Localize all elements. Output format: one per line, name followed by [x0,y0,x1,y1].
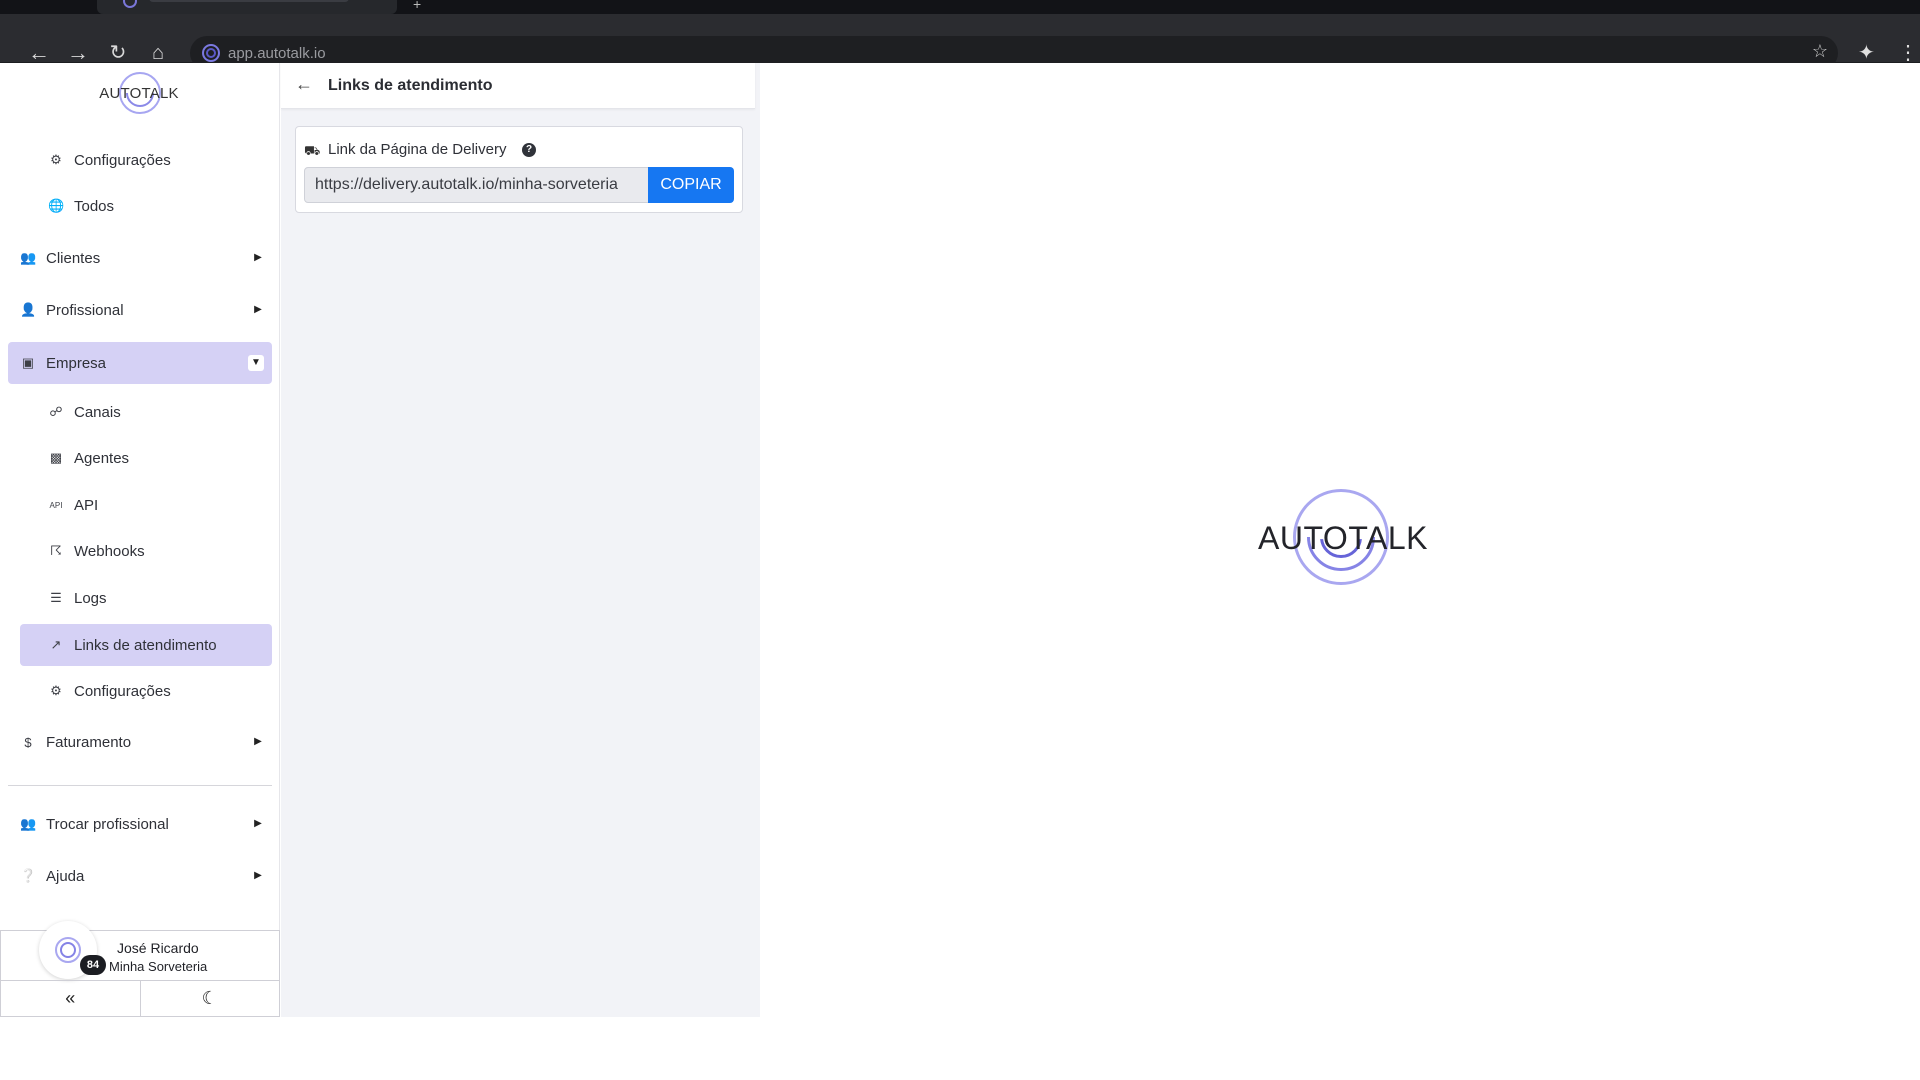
question-circle-icon: ❔ [20,868,37,883]
chevron-right-icon[interactable]: ▶ [250,868,266,884]
user-name: José Ricardo [117,940,199,956]
sidebar-item-label: Configurações [74,682,171,700]
sidebar-item-empresa[interactable]: ▣ Empresa ▼ [8,342,272,384]
sidebar-item-label: Ajuda [46,867,85,885]
collapse-sidebar-button[interactable]: « [1,981,140,1016]
tab-title [149,0,349,2]
api-icon: API [49,500,63,510]
users-icon: 👥 [20,250,37,265]
browser-tab-strip: + [0,0,1920,14]
sidebar-item-label: Faturamento [46,733,132,751]
autotalk-logo: AUTOTALK [1258,488,1428,588]
sidebar-item-label: Links de atendimento [74,636,217,654]
sidebar-item-profissional[interactable]: 👤 Profissional ▶ [20,290,272,330]
back-arrow-icon[interactable]: ← [295,74,313,95]
dark-mode-toggle[interactable]: ☾ [139,981,280,1016]
logo-text: AUTOTALK [1258,520,1428,556]
sidebar-item-webhooks[interactable]: ☈ Webhooks [48,531,272,571]
truck-icon: ⛟ [304,143,321,158]
sidebar-item-label: Canais [74,403,121,421]
sidebar-item-canais[interactable]: ☍ Canais [48,392,272,432]
page-title: Links de atendimento [328,77,493,94]
users-swap-icon: 👥 [20,816,37,831]
sidebar-item-label: Empresa [46,354,107,372]
sidebar-item-label: Clientes [46,249,101,267]
sidebar-item-trocar-profissional[interactable]: 👥 Trocar profissional ▶ [20,804,272,844]
globe-icon: 🌐 [48,198,65,213]
user-company: Minha Sorveteria [109,959,208,974]
sidebar-item-label: API [74,496,99,514]
gear-icon: ⚙ [50,152,62,167]
gear-icon: ⚙ [50,683,62,698]
help-icon[interactable]: ? [522,143,536,157]
sidebar-item-label: Webhooks [74,542,145,560]
site-favicon-icon [202,44,220,62]
delivery-link-input[interactable] [304,167,649,203]
moon-icon: ☾ [201,988,218,1008]
chevron-right-icon[interactable]: ▶ [250,816,266,832]
chevron-right-icon[interactable]: ▶ [250,250,266,266]
double-chevron-left-icon: « [65,988,76,1008]
sidebar-item-faturamento[interactable]: $ Faturamento ▶ [20,722,272,762]
sidebar-logo[interactable]: AUTOTALK [96,71,182,121]
page-header: ← Links de atendimento [281,63,755,109]
dollar-icon: $ [24,734,32,750]
app-root: AUTOTALK ⚙ Configurações 🌐 Todos 👥 Clien… [0,63,1920,1017]
sidebar-item-label: Agentes [74,449,130,467]
plug-icon: ☍ [49,404,63,419]
webhook-icon: ☈ [50,543,62,558]
new-tab-icon[interactable]: + [413,0,421,12]
list-icon: ☰ [50,590,62,605]
sidebar-item-api[interactable]: API API [48,485,272,525]
sidebar-item-label: Logs [74,589,107,607]
chevron-right-icon[interactable]: ▶ [250,302,266,318]
delivery-link-card: ⛟ Link da Página de Delivery ? COPIAR [295,126,743,213]
chevron-right-icon[interactable]: ▶ [250,734,266,750]
copy-button[interactable]: COPIAR [648,167,734,203]
sidebar-divider [8,785,272,786]
sidebar-item-label: Trocar profissional [46,815,169,833]
avatar-logo-ring-inner [60,942,76,958]
sidebar-logo-text: AUTOTALK [99,85,179,102]
chevron-down-icon[interactable]: ▼ [248,355,264,371]
sidebar-item-configuracoes-top[interactable]: ⚙ Configurações [48,140,272,180]
sidebar-item-ajuda[interactable]: ❔ Ajuda ▶ [20,856,272,896]
bookmark-star-icon[interactable]: ☆ [1812,41,1828,62]
sidebar: AUTOTALK ⚙ Configurações 🌐 Todos 👥 Clien… [0,63,280,1017]
sidebar-item-clientes[interactable]: 👥 Clientes ▶ [20,238,272,278]
user-cog-icon: 👤 [20,302,37,317]
sidebar-item-label: Todos [74,197,115,215]
main-content: ← Links de atendimento ⛟ Link da Página … [281,63,760,1017]
sidebar-item-configuracoes-empresa[interactable]: ⚙ Configurações [48,671,272,711]
delivery-link-label: Link da Página de Delivery [328,141,507,158]
robot-icon: ▩ [49,450,63,465]
splash-panel: AUTOTALK [760,63,1920,1017]
sidebar-item-links-de-atendimento[interactable]: ↗ Links de atendimento [20,624,272,666]
browser-tab[interactable] [97,0,397,14]
sidebar-footer: « ☾ [0,980,280,1017]
address-url[interactable]: app.autotalk.io [228,45,326,62]
sidebar-item-label: Profissional [46,301,124,319]
notification-badge: 84 [80,955,106,975]
sidebar-item-todos[interactable]: 🌐 Todos [48,186,272,226]
sidebar-item-label: Configurações [74,151,171,169]
browser-toolbar: ← → ↻ ⌂ app.autotalk.io ☆ ✦ ⋮ [0,14,1920,70]
building-icon: ▣ [21,355,35,370]
sidebar-item-logs[interactable]: ☰ Logs [48,578,272,618]
tab-favicon-icon [123,0,137,8]
sidebar-item-agentes[interactable]: ▩ Agentes [48,438,272,478]
external-link-icon: ↗ [50,637,62,652]
